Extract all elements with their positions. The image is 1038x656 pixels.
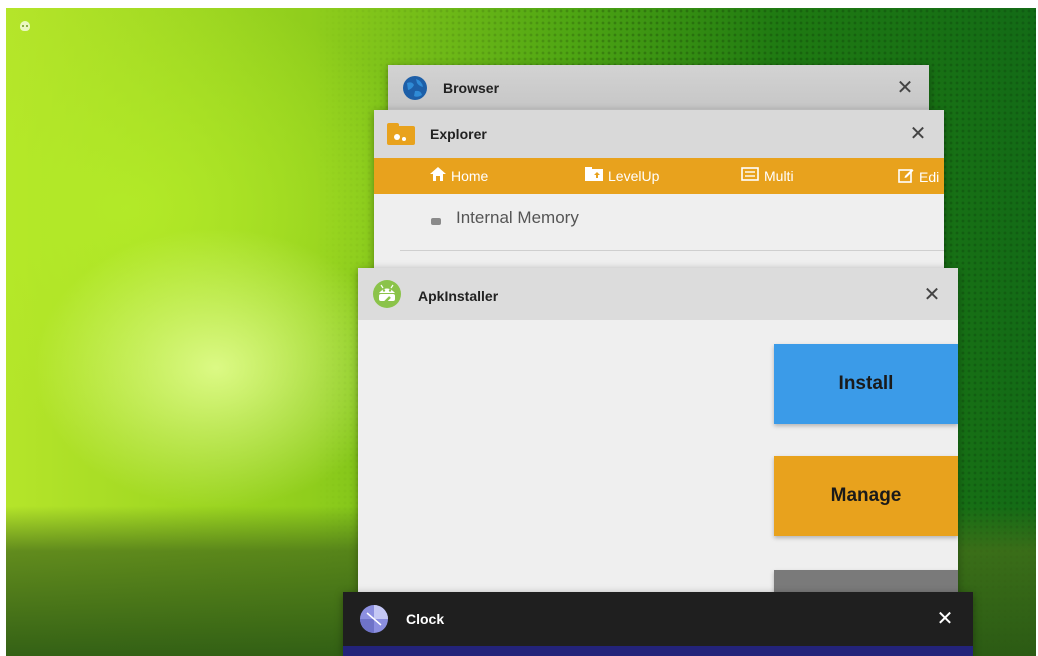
android-icon[interactable] [20,21,30,31]
storage-item-label: Internal Memory [456,208,579,227]
clock-icon [359,604,389,639]
home-icon [430,167,446,184]
explorer-window[interactable]: Explorer ✕ Home LevelUp Multi Edi Intern… [374,110,944,280]
explorer-toolbar: Home LevelUp Multi Edi [374,158,944,194]
clock-window[interactable]: Clock ✕ [343,592,973,656]
apkinstaller-window[interactable]: ApkInstaller ✕ Install Manage [358,268,958,608]
multi-select-icon [741,167,759,184]
storage-item-internal-memory[interactable]: Internal Memory [374,194,944,250]
clock-titlebar[interactable]: Clock ✕ [343,592,973,646]
install-button[interactable]: Install [774,344,958,424]
list-divider [400,250,944,251]
explorer-title: Explorer [430,126,487,142]
folder-up-icon [585,167,603,184]
explorer-close-button[interactable]: ✕ [906,122,930,146]
globe-icon [402,75,428,106]
apkinstaller-title: ApkInstaller [418,288,499,304]
android-wrench-icon [372,279,402,314]
clock-title: Clock [406,611,445,627]
manage-button[interactable]: Manage [774,456,958,536]
storage-icon [431,218,441,225]
clock-content-strip [343,646,973,656]
toolbar-levelup-button[interactable]: LevelUp [585,167,659,184]
browser-title: Browser [443,80,500,96]
toolbar-home-label: Home [451,167,489,184]
toolbar-home-button[interactable]: Home [430,167,488,184]
apkinstaller-titlebar[interactable]: ApkInstaller ✕ [358,268,958,320]
toolbar-levelup-label: LevelUp [608,167,660,184]
toolbar-edit-button[interactable]: Edi [898,167,939,186]
explorer-titlebar[interactable]: Explorer ✕ [374,110,944,158]
folder-icon [387,123,415,150]
toolbar-multi-label: Multi [764,167,794,184]
clock-close-button[interactable]: ✕ [933,607,957,631]
toolbar-edit-label: Edi [919,168,940,185]
browser-titlebar[interactable]: Browser ✕ [388,65,929,109]
apkinstaller-close-button[interactable]: ✕ [920,283,944,307]
toolbar-multi-button[interactable]: Multi [741,167,794,184]
edit-icon [898,167,914,186]
browser-close-button[interactable]: ✕ [893,76,917,100]
